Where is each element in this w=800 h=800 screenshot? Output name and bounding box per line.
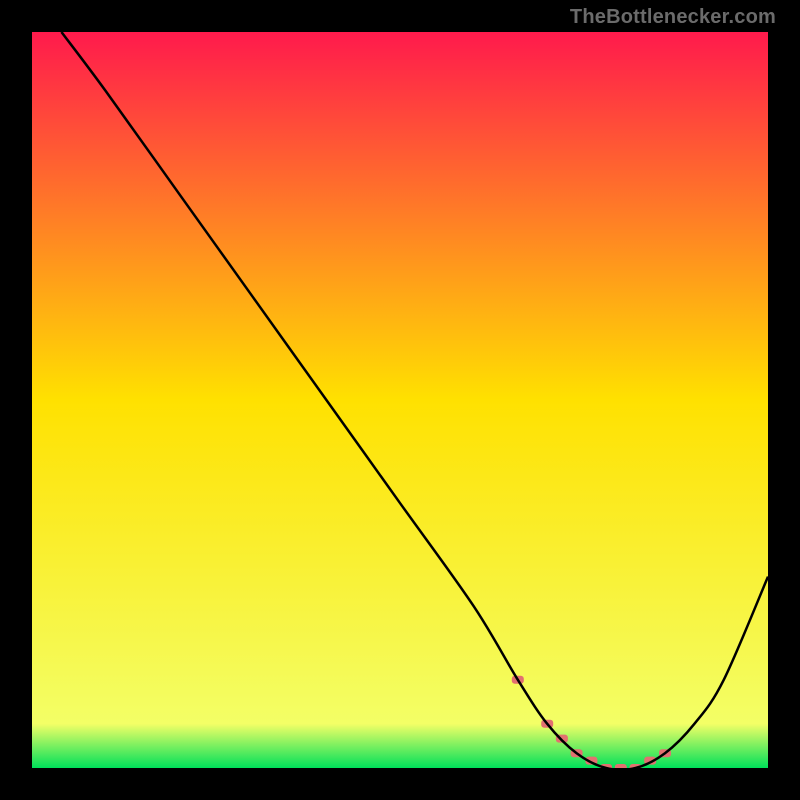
attribution-text: TheBottleneсker.com	[570, 6, 776, 29]
chart-marker	[615, 764, 627, 768]
chart-svg	[32, 32, 768, 768]
chart-plot-area	[32, 32, 768, 768]
